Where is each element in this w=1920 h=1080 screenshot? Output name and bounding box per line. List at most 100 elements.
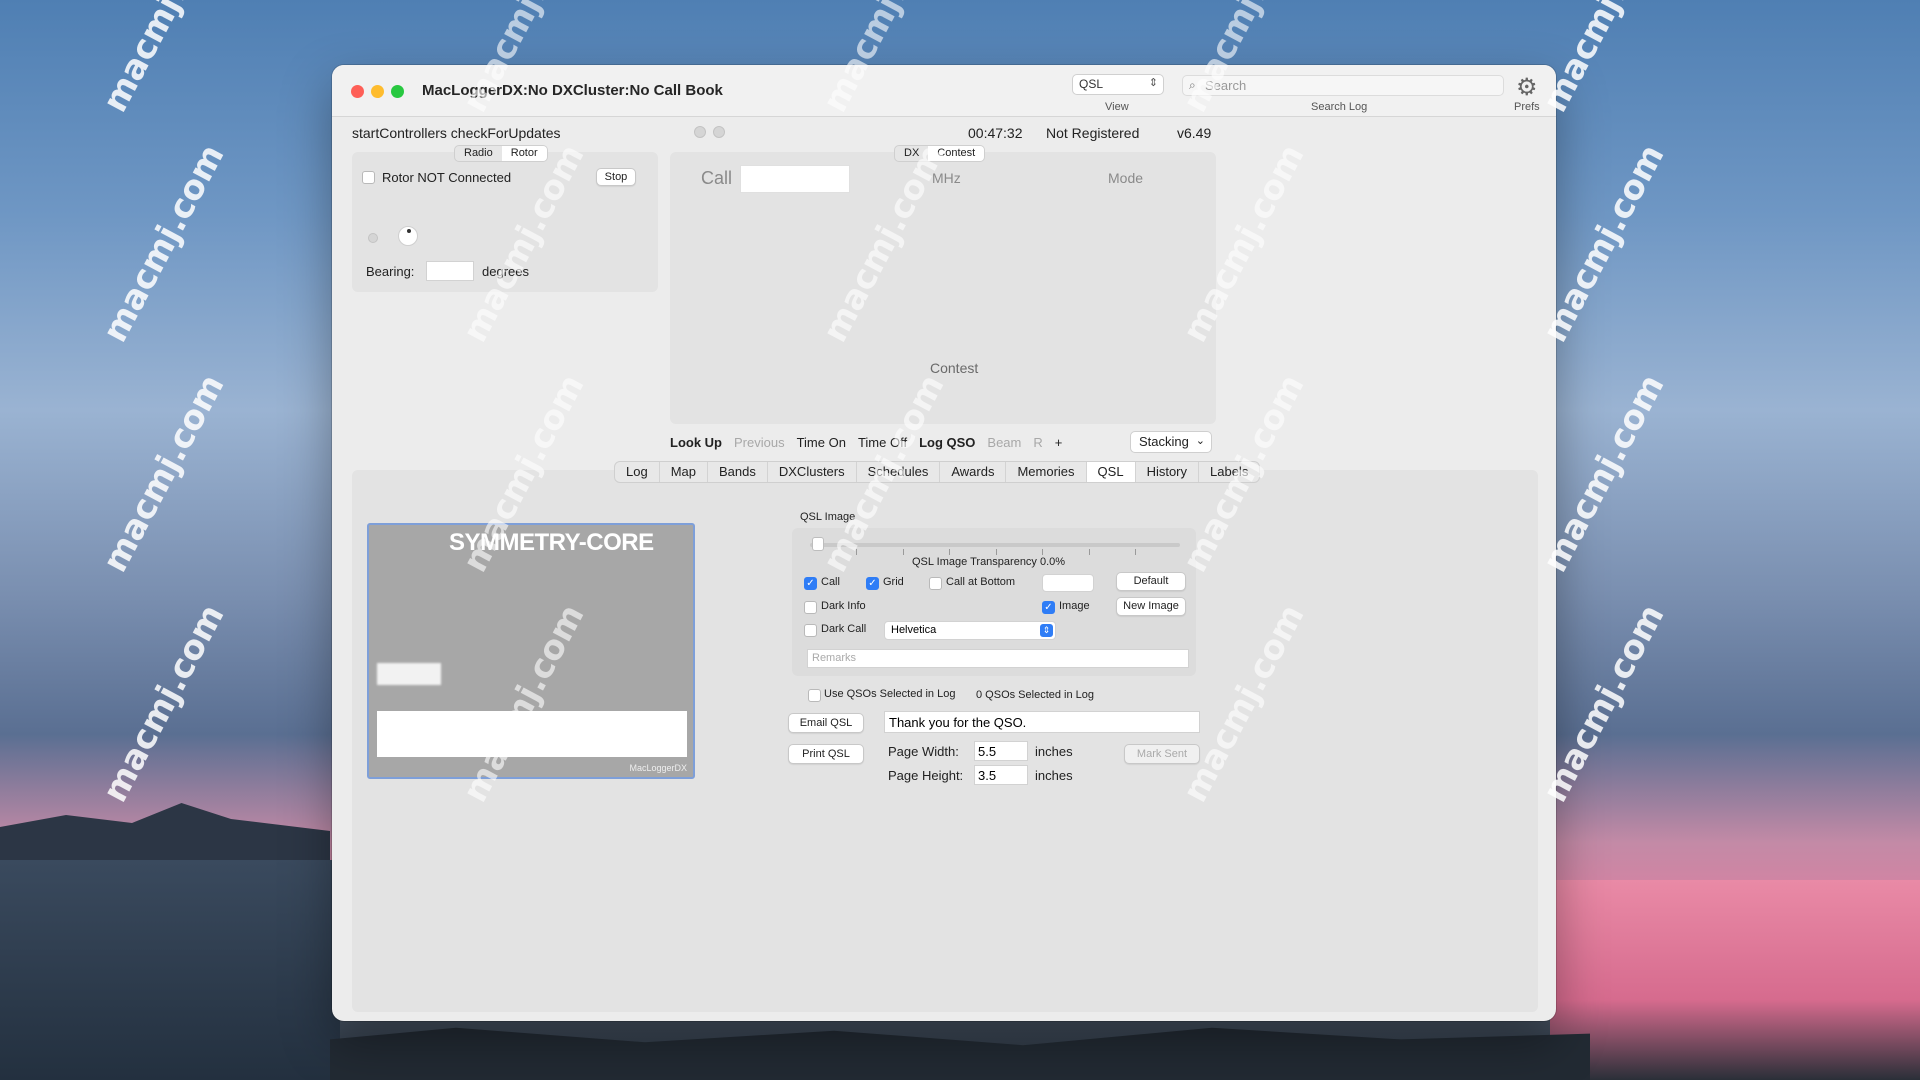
r-button[interactable]: R bbox=[1027, 433, 1048, 452]
transparency-label: QSL Image Transparency 0.0% bbox=[912, 556, 1066, 568]
previous-button[interactable]: Previous bbox=[728, 433, 791, 452]
page-height-input[interactable]: 3.5 bbox=[974, 765, 1028, 785]
slider-tick bbox=[996, 549, 997, 555]
tab-labels[interactable]: Labels bbox=[1199, 462, 1259, 482]
chevron-updown-icon: ⇕ bbox=[1040, 624, 1053, 637]
gear-icon[interactable]: ⚙ bbox=[1516, 73, 1538, 102]
default-button[interactable]: Default bbox=[1116, 572, 1186, 591]
utc-time: 00:47:32 bbox=[968, 125, 1023, 141]
indicator-dot bbox=[694, 126, 706, 138]
qsl-card-brand: MacLoggerDX bbox=[629, 763, 687, 773]
slider-tick bbox=[1089, 549, 1090, 555]
tab-memories[interactable]: Memories bbox=[1006, 462, 1087, 482]
time-on-button[interactable]: Time On bbox=[791, 433, 852, 452]
qsl-image-group-label: QSL Image bbox=[800, 511, 856, 523]
stacking-select[interactable]: Stacking ⌄ bbox=[1130, 431, 1212, 453]
mark-sent-button[interactable]: Mark Sent bbox=[1124, 744, 1200, 764]
slider-tick bbox=[1042, 549, 1043, 555]
look-up-button[interactable]: Look Up bbox=[664, 433, 728, 452]
slider-tick bbox=[1135, 549, 1136, 555]
page-height-value: 3.5 bbox=[978, 768, 997, 783]
grid-checkbox[interactable]: ✓ bbox=[866, 577, 879, 590]
qsl-card-image-block bbox=[377, 663, 441, 685]
rotor-indicator bbox=[368, 233, 378, 243]
qsl-card-info-bar bbox=[377, 711, 687, 757]
rotor-knob[interactable] bbox=[398, 226, 418, 246]
slider-tick bbox=[949, 549, 950, 555]
call-at-bottom-checkbox[interactable] bbox=[929, 577, 942, 590]
view-select-value: QSL bbox=[1079, 77, 1104, 91]
use-qsos-checkbox[interactable] bbox=[808, 689, 821, 702]
view-caption: View bbox=[1105, 101, 1129, 113]
print-qsl-button[interactable]: Print QSL bbox=[788, 744, 864, 764]
tab-log[interactable]: Log bbox=[615, 462, 660, 482]
tab-schedules[interactable]: Schedules bbox=[857, 462, 941, 482]
tab-qsl[interactable]: QSL bbox=[1086, 462, 1136, 482]
app-window: MacLoggerDX:No DXCluster:No Call Book QS… bbox=[332, 65, 1556, 1021]
tab-radio[interactable]: Radio bbox=[455, 146, 502, 161]
search-icon: ⌕ bbox=[1189, 78, 1196, 92]
email-qsl-button[interactable]: Email QSL bbox=[788, 713, 864, 733]
bearing-input[interactable] bbox=[426, 261, 474, 281]
font-select[interactable]: Helvetica ⇕ bbox=[884, 621, 1056, 640]
page-width-value: 5.5 bbox=[978, 744, 997, 759]
degrees-label: degrees bbox=[482, 264, 529, 279]
page-height-label: Page Height: bbox=[888, 768, 964, 783]
tab-map[interactable]: Map bbox=[660, 462, 708, 482]
contest-label: Contest bbox=[930, 360, 979, 376]
tab-bands[interactable]: Bands bbox=[708, 462, 768, 482]
qsl-card-preview[interactable]: SYMMETRY-CORE MacLoggerDX bbox=[367, 523, 695, 779]
chevron-updown-icon: ⇕ bbox=[1148, 77, 1158, 89]
dark-info-label: Dark Info bbox=[821, 600, 866, 612]
tab-contest[interactable]: Contest bbox=[928, 146, 985, 161]
tab-awards[interactable]: Awards bbox=[940, 462, 1007, 482]
mhz-label: MHz bbox=[932, 170, 961, 186]
call-input[interactable] bbox=[740, 165, 850, 193]
mode-label: Mode bbox=[1108, 170, 1144, 186]
close-button[interactable] bbox=[351, 85, 364, 98]
call-at-bottom-label: Call at Bottom bbox=[946, 576, 1016, 588]
time-off-button[interactable]: Time Off bbox=[852, 433, 913, 452]
zoom-button[interactable] bbox=[391, 85, 404, 98]
qsl-card-title: SYMMETRY-CORE bbox=[449, 529, 654, 556]
qsl-message-value: Thank you for the QSO. bbox=[889, 715, 1027, 730]
tab-dxclusters[interactable]: DXClusters bbox=[768, 462, 857, 482]
search-caption: Search Log bbox=[1311, 101, 1368, 113]
tab-dx[interactable]: DX bbox=[895, 146, 928, 161]
view-select[interactable]: QSL ⇕ bbox=[1072, 74, 1164, 95]
bearing-label: Bearing: bbox=[366, 264, 415, 279]
tab-rotor[interactable]: Rotor bbox=[501, 146, 547, 161]
main-tabbar: Log Map Bands DXClusters Schedules Award… bbox=[614, 461, 1261, 483]
remarks-input[interactable]: Remarks bbox=[807, 649, 1189, 668]
dark-call-label: Dark Call bbox=[821, 623, 867, 635]
slider-knob[interactable] bbox=[812, 537, 824, 551]
use-qsos-label: Use QSOs Selected in Log bbox=[824, 688, 956, 700]
new-image-button[interactable]: New Image bbox=[1116, 597, 1186, 616]
font-select-value: Helvetica bbox=[891, 624, 937, 636]
add-button[interactable]: + bbox=[1049, 433, 1069, 452]
page-width-label: Page Width: bbox=[888, 744, 959, 759]
rotor-checkbox[interactable] bbox=[362, 171, 375, 184]
dark-call-checkbox[interactable] bbox=[804, 624, 817, 637]
beam-button[interactable]: Beam bbox=[981, 433, 1027, 452]
desktop-rocks bbox=[330, 1027, 1590, 1080]
image-checkbox[interactable]: ✓ bbox=[1042, 601, 1055, 614]
transparency-slider[interactable] bbox=[810, 543, 1180, 547]
search-field[interactable]: ⌕ Search bbox=[1182, 75, 1504, 96]
dark-info-checkbox[interactable] bbox=[804, 601, 817, 614]
color-well[interactable] bbox=[1042, 574, 1094, 592]
call-checkbox[interactable]: ✓ bbox=[804, 577, 817, 590]
watermark: macmj.com bbox=[95, 0, 233, 119]
window-title: MacLoggerDX:No DXCluster:No Call Book bbox=[422, 82, 723, 99]
page-width-input[interactable]: 5.5 bbox=[974, 741, 1028, 761]
stop-button[interactable]: Stop bbox=[596, 168, 636, 186]
log-qso-button[interactable]: Log QSO bbox=[913, 433, 981, 452]
tab-history[interactable]: History bbox=[1136, 462, 1200, 482]
minimize-button[interactable] bbox=[371, 85, 384, 98]
chevron-down-icon: ⌄ bbox=[1195, 435, 1205, 447]
stacking-label: Stacking bbox=[1139, 434, 1189, 449]
qsl-message-input[interactable]: Thank you for the QSO. bbox=[884, 711, 1200, 733]
status-message: startControllers checkForUpdates bbox=[352, 125, 561, 141]
watermark: macmj.com bbox=[95, 367, 233, 579]
dx-contest-tabs: DX Contest bbox=[894, 145, 986, 162]
